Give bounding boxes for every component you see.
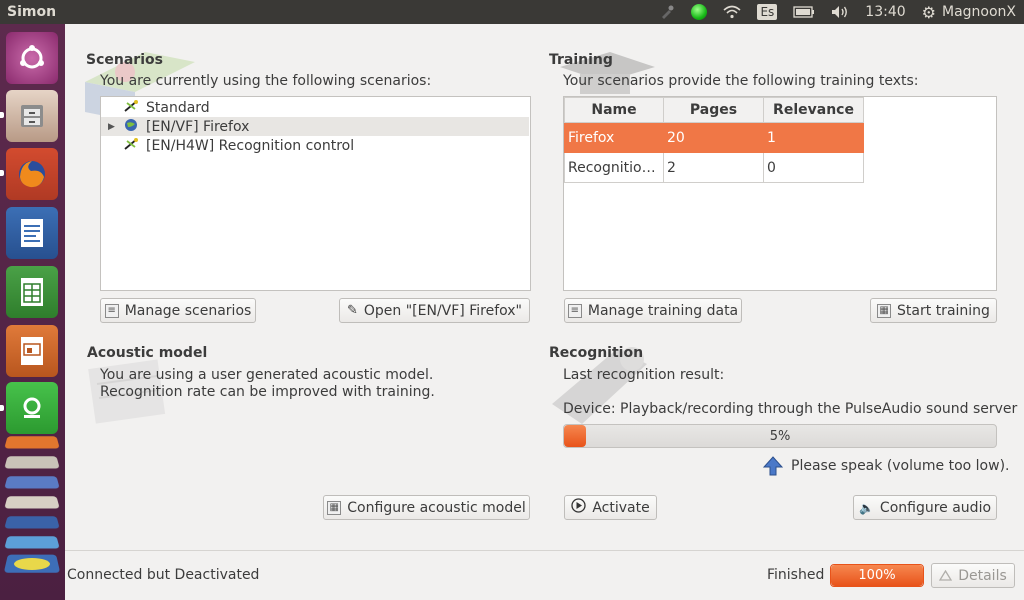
status-bar-divider xyxy=(65,550,1024,551)
simon-status-icon[interactable] xyxy=(683,0,715,24)
cell-relevance: 0 xyxy=(763,152,864,183)
last-recognition-result-label: Last recognition result: xyxy=(563,367,725,383)
volume-hint: Please speak (volume too low). xyxy=(763,456,1009,476)
cell-pages: 20 xyxy=(663,122,764,153)
globe-icon xyxy=(122,118,140,135)
volume-meter-label: 5% xyxy=(769,428,791,444)
libreoffice-calc-icon[interactable] xyxy=(6,266,58,318)
gear-icon: ⚙ xyxy=(921,2,936,22)
expand-arrow-icon[interactable]: ▶ xyxy=(108,122,118,132)
audio-device-icon: 🔈 xyxy=(858,500,874,515)
simon-icon[interactable] xyxy=(6,382,58,434)
edit-icon: ✎ xyxy=(346,303,358,318)
file-cabinet-icon[interactable] xyxy=(6,90,58,142)
list-item[interactable]: [EN/H4W] Recognition control xyxy=(101,136,529,155)
cell-pages: 2 xyxy=(663,152,764,183)
libreoffice-impress-icon[interactable] xyxy=(6,325,58,377)
training-title: Training xyxy=(549,52,613,68)
simon-main-window: Scenarios You are currently using the fo… xyxy=(65,24,1024,600)
table-row[interactable]: Recognitio… 2 0 xyxy=(564,152,864,183)
training-description: Your scenarios provide the following tra… xyxy=(563,73,919,89)
launcher xyxy=(0,24,65,600)
table-row[interactable]: Firefox 20 1 xyxy=(564,122,864,153)
cell-name: Firefox xyxy=(564,122,664,153)
arrow-up-icon xyxy=(939,570,953,581)
finished-label: Finished xyxy=(767,567,825,583)
training-table-container: Name Pages Relevance Firefox 20 1 Recogn… xyxy=(563,96,997,291)
scenario-label: [EN/VF] Firefox xyxy=(146,118,250,135)
column-header-name[interactable]: Name xyxy=(564,97,664,123)
ubuntu-logo-icon[interactable] xyxy=(6,32,58,84)
status-progress-label: 100% xyxy=(858,568,896,583)
username: MagnoonX xyxy=(941,4,1016,20)
list-item[interactable]: Standard xyxy=(101,98,529,117)
list-item[interactable]: ▶ [EN/VF] Firefox xyxy=(101,117,529,136)
model-icon: ▦ xyxy=(327,500,342,515)
window-title: Simon xyxy=(7,4,57,20)
training-table[interactable]: Name Pages Relevance Firefox 20 1 Recogn… xyxy=(564,97,864,183)
scenario-label: [EN/H4W] Recognition control xyxy=(146,137,355,154)
scenarios-title: Scenarios xyxy=(86,52,163,68)
play-icon xyxy=(571,498,586,517)
activate-button[interactable]: Activate xyxy=(564,495,657,520)
recognition-title: Recognition xyxy=(549,345,644,361)
top-panel: Simon Es 13:40 ⚙ MagnoonX xyxy=(0,0,1024,24)
scenarios-description: You are currently using the following sc… xyxy=(100,73,432,89)
start-training-button[interactable]: ▦ Start training xyxy=(870,298,997,323)
system-tray: Es 13:40 ⚙ MagnoonX xyxy=(651,0,1024,24)
cell-relevance: 1 xyxy=(763,122,864,153)
manage-training-data-button[interactable]: ≡ Manage training data xyxy=(564,298,742,323)
battery-icon[interactable] xyxy=(785,0,823,24)
acoustic-model-line1: You are using a user generated acoustic … xyxy=(100,367,434,383)
open-scenario-button[interactable]: ✎ Open "[EN/VF] Firefox" xyxy=(339,298,530,323)
scenario-icon xyxy=(122,137,140,154)
configure-audio-button[interactable]: 🔈 Configure audio xyxy=(853,495,997,520)
cell-name: Recognitio… xyxy=(564,152,664,183)
training-icon: ▦ xyxy=(877,303,892,318)
volume-icon[interactable] xyxy=(823,0,857,24)
acoustic-model-line2: Recognition rate can be improved with tr… xyxy=(100,384,435,400)
wifi-icon[interactable] xyxy=(715,0,749,24)
list-icon: ≡ xyxy=(104,303,119,318)
mic-icon[interactable] xyxy=(651,0,683,24)
libreoffice-writer-icon[interactable] xyxy=(6,207,58,259)
keyboard-layout-indicator[interactable]: Es xyxy=(749,0,785,24)
column-header-relevance[interactable]: Relevance xyxy=(763,97,864,123)
details-button[interactable]: Details xyxy=(931,563,1015,588)
arrow-up-icon xyxy=(763,456,783,476)
scenarios-list[interactable]: Standard ▶ [EN/VF] Firefox [EN/H4W] Reco… xyxy=(100,96,531,291)
status-progress-bar: 100% xyxy=(830,564,924,587)
stacked-launcher-icons[interactable] xyxy=(3,434,61,594)
scenario-label: Standard xyxy=(146,99,210,116)
connection-status: Connected but Deactivated xyxy=(67,567,260,583)
user-menu[interactable]: ⚙ MagnoonX xyxy=(914,0,1024,24)
list-icon: ≡ xyxy=(567,303,582,318)
configure-acoustic-model-button[interactable]: ▦ Configure acoustic model xyxy=(323,495,530,520)
acoustic-model-title: Acoustic model xyxy=(87,345,208,361)
scenario-icon xyxy=(122,99,140,116)
column-header-pages[interactable]: Pages xyxy=(663,97,764,123)
manage-scenarios-button[interactable]: ≡ Manage scenarios xyxy=(100,298,256,323)
audio-device-label: Device: Playback/recording through the P… xyxy=(563,401,1018,417)
volume-meter: 5% xyxy=(563,424,997,448)
clock[interactable]: 13:40 xyxy=(857,0,913,24)
firefox-icon[interactable] xyxy=(6,148,58,200)
